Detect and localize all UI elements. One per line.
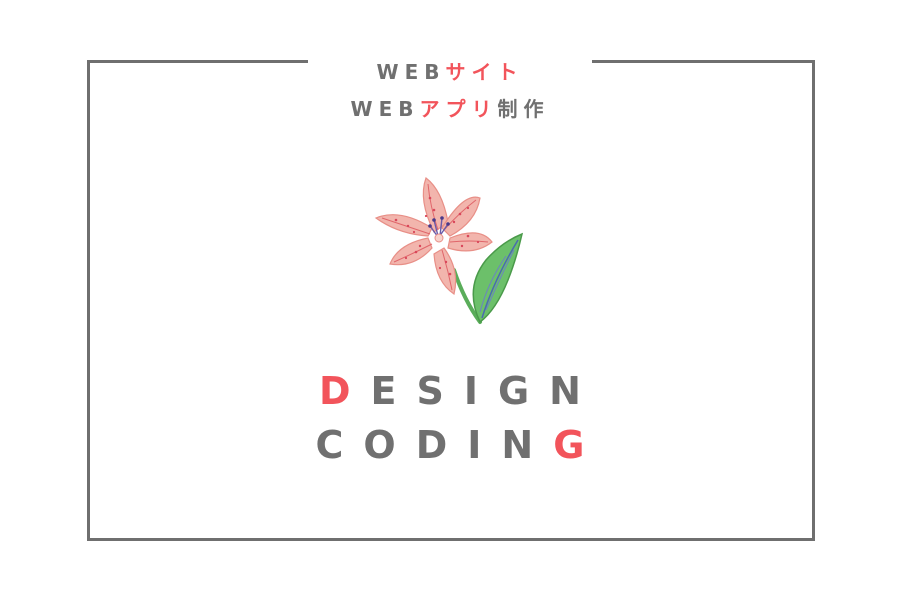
lily-flower-icon: [374, 177, 524, 324]
tagline-app: アプリ: [419, 97, 498, 121]
headline-coding: CODING: [0, 426, 900, 464]
tagline-line-2: WEBアプリ制作: [0, 99, 900, 119]
tagline-site: サイト: [445, 60, 524, 84]
headline-design-accent: D: [318, 369, 371, 413]
headline-design-rest: ESIGN: [370, 369, 601, 413]
tagline-web-2: WEB: [350, 97, 420, 121]
tagline-web: WEB: [376, 60, 446, 84]
headline-coding-rest: CODIN: [315, 423, 554, 467]
headline-design: DESIGN: [0, 372, 900, 410]
tagline-line-1: WEBサイト: [0, 62, 900, 82]
tagline-production: 制作: [497, 97, 550, 121]
headline-coding-accent: G: [553, 423, 605, 467]
